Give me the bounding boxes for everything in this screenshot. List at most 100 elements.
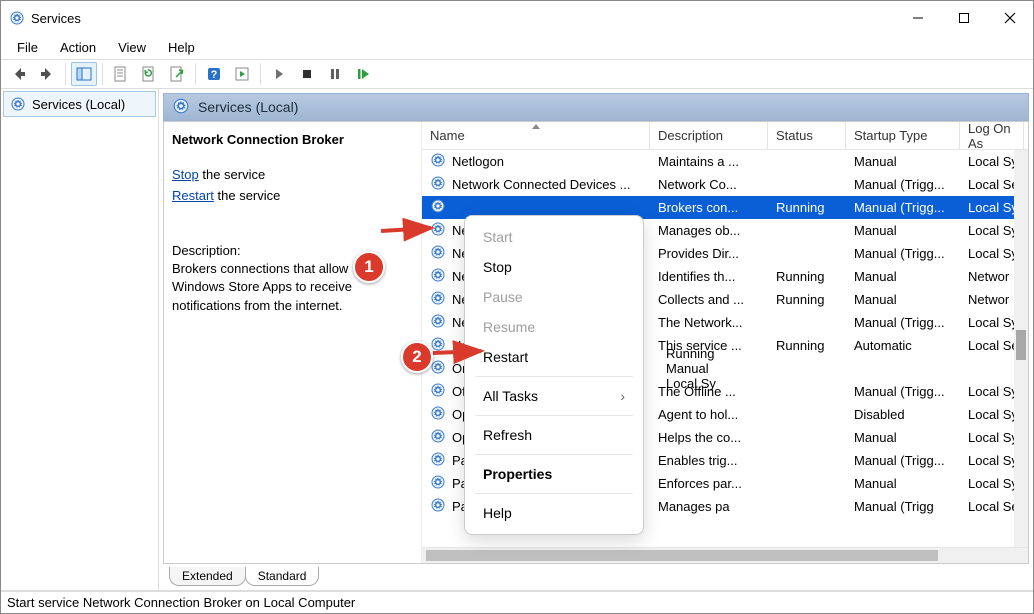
service-startup: Manual (Trigg... bbox=[846, 177, 960, 192]
service-desc: Enables trig... bbox=[650, 453, 768, 468]
panel-title: Services (Local) bbox=[198, 99, 298, 115]
service-status: Running bbox=[768, 292, 846, 307]
ctx-separator bbox=[475, 493, 633, 494]
service-startup: Manual (Trigg... bbox=[846, 315, 960, 330]
grid-header: Name Description Status Startup Type Log… bbox=[422, 122, 1028, 150]
gear-icon bbox=[430, 451, 446, 470]
service-status: Running bbox=[658, 346, 736, 361]
tab-standard[interactable]: Standard bbox=[245, 567, 320, 586]
gear-icon bbox=[430, 175, 446, 194]
properties-button[interactable] bbox=[108, 62, 134, 86]
service-startup: Manual bbox=[846, 292, 960, 307]
forward-button[interactable] bbox=[34, 62, 60, 86]
minimize-button[interactable] bbox=[895, 1, 941, 35]
gear-icon bbox=[430, 428, 446, 447]
service-startup: Manual (Trigg... bbox=[846, 384, 960, 399]
pause-service-button[interactable] bbox=[322, 62, 348, 86]
service-desc: Provides Dir... bbox=[650, 246, 768, 261]
maximize-button[interactable] bbox=[941, 1, 987, 35]
service-startup: Manual (Trigg... bbox=[846, 200, 960, 215]
show-hide-tree-button[interactable] bbox=[71, 62, 97, 86]
tree-services-local[interactable]: Services (Local) bbox=[3, 91, 156, 117]
window-controls bbox=[895, 1, 1033, 35]
ctx-refresh[interactable]: Refresh bbox=[465, 420, 643, 450]
service-startup: Manual (Trigg... bbox=[846, 453, 960, 468]
toolbar: ? bbox=[1, 59, 1033, 89]
menu-help[interactable]: Help bbox=[158, 37, 205, 58]
gear-icon bbox=[430, 474, 446, 493]
column-name[interactable]: Name bbox=[422, 122, 650, 149]
restart-service-button[interactable] bbox=[350, 62, 376, 86]
service-row[interactable]: NetlogonMaintains a ...ManualLocal Sy bbox=[422, 150, 1028, 173]
gear-icon bbox=[430, 497, 446, 516]
service-desc: Collects and ... bbox=[650, 292, 768, 307]
service-desc: Manages ob... bbox=[650, 223, 768, 238]
service-desc: The Offline ... bbox=[650, 384, 768, 399]
gear-icon bbox=[430, 198, 446, 217]
ctx-properties[interactable]: Properties bbox=[465, 459, 643, 489]
service-desc: Network Co... bbox=[650, 177, 768, 192]
selected-service-name: Network Connection Broker bbox=[172, 132, 409, 147]
service-status: Running bbox=[768, 200, 846, 215]
export-list-button[interactable] bbox=[164, 62, 190, 86]
toolbar-separator bbox=[65, 63, 66, 85]
restart-service-link[interactable]: Restart bbox=[172, 188, 214, 203]
gear-icon bbox=[430, 267, 446, 286]
refresh-button[interactable] bbox=[136, 62, 162, 86]
ctx-separator bbox=[475, 415, 633, 416]
ctx-restart[interactable]: Restart bbox=[465, 342, 643, 372]
close-button[interactable] bbox=[987, 1, 1033, 35]
ctx-stop[interactable]: Stop bbox=[465, 252, 643, 282]
service-desc: Helps the co... bbox=[650, 430, 768, 445]
ctx-separator bbox=[475, 376, 633, 377]
service-startup: Manual bbox=[846, 223, 960, 238]
service-desc: Identifies th... bbox=[650, 269, 768, 284]
service-description: Brokers connections that allow Windows S… bbox=[172, 260, 409, 317]
window-title: Services bbox=[31, 11, 81, 26]
gear-icon bbox=[430, 221, 446, 240]
column-startup[interactable]: Startup Type bbox=[846, 122, 960, 149]
service-status: Running bbox=[768, 338, 846, 353]
restart-suffix: the service bbox=[214, 188, 280, 203]
menu-view[interactable]: View bbox=[108, 37, 156, 58]
service-name: Network Connected Devices ... bbox=[452, 177, 630, 192]
start-service-button[interactable] bbox=[266, 62, 292, 86]
service-status: Running bbox=[768, 269, 846, 284]
panel-header: Services (Local) bbox=[163, 93, 1029, 121]
toolbar-separator bbox=[102, 63, 103, 85]
gear-icon bbox=[10, 96, 26, 112]
service-startup: Manual bbox=[846, 269, 960, 284]
scroll-thumb[interactable] bbox=[1016, 330, 1026, 360]
menu-action[interactable]: Action bbox=[50, 37, 106, 58]
vertical-scrollbar[interactable] bbox=[1014, 150, 1028, 547]
ctx-separator bbox=[475, 454, 633, 455]
horizontal-scrollbar[interactable] bbox=[422, 547, 1028, 563]
help-button[interactable]: ? bbox=[201, 62, 227, 86]
service-row[interactable]: Network Connected Devices ... Network Co.… bbox=[422, 173, 1028, 196]
column-status[interactable]: Status bbox=[768, 122, 846, 149]
back-button[interactable] bbox=[6, 62, 32, 86]
service-startup: Manual bbox=[846, 476, 960, 491]
column-description[interactable]: Description bbox=[650, 122, 768, 149]
app-icon bbox=[9, 10, 25, 26]
service-desc: Maintains a ... bbox=[650, 154, 768, 169]
service-startup: Manual (Trigg bbox=[846, 499, 960, 514]
menu-file[interactable]: File bbox=[7, 37, 48, 58]
column-logon[interactable]: Log On As bbox=[960, 122, 1024, 149]
service-desc: Enforces par... bbox=[650, 476, 768, 491]
service-startup: Manual (Trigg... bbox=[846, 246, 960, 261]
title-bar: Services bbox=[1, 1, 1033, 35]
service-startup: Automatic bbox=[846, 338, 960, 353]
ctx-help[interactable]: Help bbox=[465, 498, 643, 528]
ctx-all-tasks[interactable]: All Tasks bbox=[465, 381, 643, 411]
view-tabs: Extended Standard bbox=[163, 564, 1029, 586]
service-name: Netlogon bbox=[452, 154, 504, 169]
scroll-thumb[interactable] bbox=[426, 550, 938, 561]
tab-extended[interactable]: Extended bbox=[169, 567, 246, 586]
stop-service-button[interactable] bbox=[294, 62, 320, 86]
gear-icon bbox=[172, 97, 190, 118]
action-button[interactable] bbox=[229, 62, 255, 86]
stop-service-link[interactable]: Stop bbox=[172, 167, 199, 182]
service-detail: Network Connection Broker Stop the servi… bbox=[164, 122, 421, 563]
menu-bar: File Action View Help bbox=[1, 35, 1033, 59]
